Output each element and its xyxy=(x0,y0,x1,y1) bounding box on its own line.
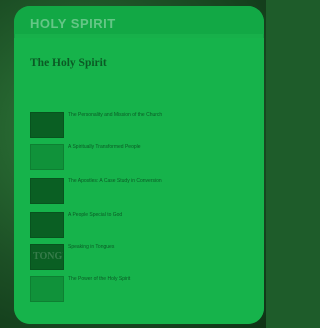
item-thumbnail[interactable] xyxy=(30,276,64,302)
list-item[interactable]: A People Special to God xyxy=(30,212,262,240)
list-item[interactable]: The Apostles: A Case Study in Conversion xyxy=(30,178,262,206)
item-thumbnail[interactable] xyxy=(30,212,64,238)
item-title-link[interactable]: A People Special to God xyxy=(68,212,122,218)
brand-wordmark: HOLY SPIRIT xyxy=(30,16,116,31)
item-title-link[interactable]: The Power of the Holy Spirit xyxy=(68,276,130,282)
thumbnail-text: TONGUES xyxy=(33,251,63,262)
item-thumbnail[interactable]: TONGUES xyxy=(30,244,64,270)
list-item[interactable]: The Power of the Holy Spirit xyxy=(30,276,262,304)
top-bar: HOLY SPIRIT xyxy=(14,6,264,34)
item-title-link[interactable]: A Spiritually Transformed People xyxy=(68,144,141,150)
list-item[interactable]: The Personality and Mission of the Churc… xyxy=(30,112,262,140)
item-thumbnail[interactable] xyxy=(30,112,64,138)
list-item[interactable]: A Spiritually Transformed People xyxy=(30,144,262,172)
item-title-link[interactable]: Speaking in Tongues xyxy=(68,244,114,250)
item-title-link[interactable]: The Apostles: A Case Study in Conversion xyxy=(68,178,162,184)
content-panel: The Holy Spirit The Personality and Miss… xyxy=(14,38,264,324)
item-title-link[interactable]: The Personality and Mission of the Churc… xyxy=(68,112,162,118)
item-thumbnail[interactable] xyxy=(30,144,64,170)
list-item[interactable]: TONGUES Speaking in Tongues xyxy=(30,244,262,272)
item-thumbnail[interactable] xyxy=(30,178,64,204)
page-title: The Holy Spirit xyxy=(30,57,107,69)
app-window: HOLY SPIRIT The Holy Spirit The Personal… xyxy=(14,6,264,324)
